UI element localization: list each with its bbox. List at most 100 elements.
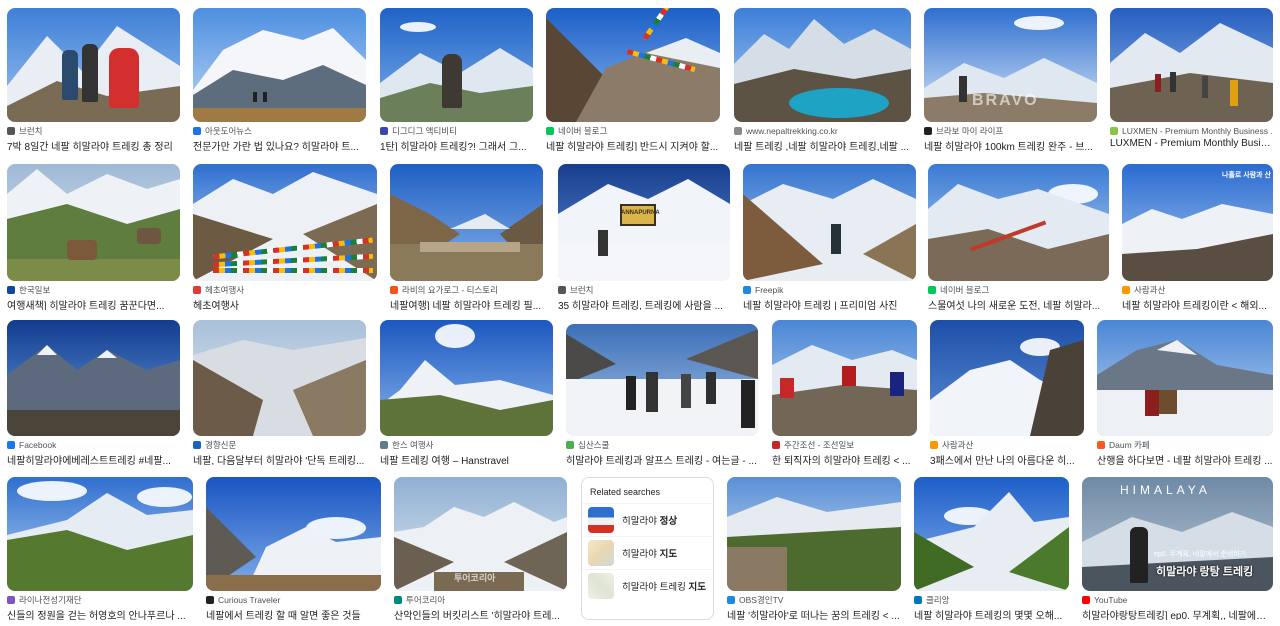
result-title[interactable]: 네팔히말라야에베레스트트레킹 #네팔... (7, 452, 180, 465)
result-image-20[interactable] (930, 320, 1084, 436)
result-title[interactable]: 네팔에서 트레킹 할 때 알면 좋은 것들 (206, 607, 381, 620)
result-card-19[interactable]: 주간조선 - 조선일보 한 퇴직자의 히말라야 트레킹 < ... (772, 320, 917, 465)
result-image-18[interactable] (566, 324, 758, 436)
result-image-24[interactable]: 투어코리아 (394, 477, 567, 591)
source-line: www.nepaltrekking.co.kr (734, 125, 911, 136)
source-name: 네이버 블로그 (940, 284, 990, 295)
related-search-item[interactable]: 히말라야 정상 (582, 503, 713, 536)
result-title[interactable]: 3패스에서 만난 나의 아름다운 히... (930, 452, 1084, 465)
result-image-2[interactable] (193, 8, 366, 122)
result-card-11[interactable]: ANNAPURNA 브런치 35 히말라야 트레킹, 트레킹에 사람을 ... (558, 164, 730, 310)
result-image-22[interactable] (7, 477, 193, 591)
related-search-label: 히말라야 정상 (622, 516, 678, 527)
result-image-27[interactable]: HIMALAYA ep0. 무계획, 네팔에서 준비하기 히말라야 랑탕 트레킹 (1082, 477, 1273, 591)
result-title[interactable]: 히말라야랑탕트레킹] ep0. 무계획,, 네팔에서... (1082, 607, 1273, 620)
result-image-5[interactable] (734, 8, 911, 122)
result-title[interactable]: 산악인들의 버킷리스트 '히말라야 트레... (394, 607, 567, 620)
result-title[interactable]: 한 퇴직자의 히말라야 트레킹 < ... (772, 452, 917, 465)
result-card-4[interactable]: 네이버 블로그 네팔 히말라야 트레킹] 반드시 지켜야 할... (546, 8, 720, 151)
result-title[interactable]: 산행을 하다보면 - 네팔 히말라야 트레킹 ... (1097, 452, 1273, 465)
result-card-3[interactable]: 디그디그 액티비티 1탄] 히말라야 트레킹?! 그래서 그... (380, 8, 533, 151)
result-title[interactable]: 여행새책] 히말라야 트레킹 꿈꾼다면... (7, 297, 180, 310)
result-card-20[interactable]: 사람과산 3패스에서 만난 나의 아름다운 히... (930, 320, 1084, 465)
result-title[interactable]: LUXMEN - Premium Monthly Busine... (1110, 138, 1273, 151)
result-title[interactable]: 1탄] 히말라야 트레킹?! 그래서 그... (380, 138, 533, 151)
result-image-14[interactable]: 나홀로 사람과 산 (1122, 164, 1273, 281)
result-card-27[interactable]: HIMALAYA ep0. 무계획, 네팔에서 준비하기 히말라야 랑탕 트레킹… (1082, 477, 1273, 620)
result-card-9[interactable]: 헤초여행사 헤초여행사 (193, 164, 377, 310)
result-title[interactable]: 네팔 히말라야 트레킹의 몇몇 오해... (914, 607, 1069, 620)
result-card-15[interactable]: Facebook 네팔히말라야에베레스트트레킹 #네팔... (7, 320, 180, 465)
result-card-23[interactable]: Curious Traveler 네팔에서 트레킹 할 때 알면 좋은 것들 (206, 477, 381, 620)
result-title[interactable]: 네팔 트레킹 ,네팔 히말라야 트레킹,네팔 ... (734, 138, 911, 151)
result-card-13[interactable]: 네이버 블로그 스물여섯 나의 새로운 도전, 네팔 히말라... (928, 164, 1109, 310)
source-name: Facebook (19, 439, 57, 450)
result-card-16[interactable]: 경향신문 네팔, 다음달부터 히말라야 '단독 트레킹... (193, 320, 366, 465)
result-card-18[interactable]: 십산스쿨 히말라야 트레킹과 알프스 트레킹 - 여는글 - ... (566, 324, 758, 465)
result-image-4[interactable] (546, 8, 720, 122)
result-card-21[interactable]: Daum 카페 산행을 하다보면 - 네팔 히말라야 트레킹 ... (1097, 320, 1273, 465)
result-image-10[interactable] (390, 164, 543, 281)
result-card-25[interactable]: OBS경인TV 네팔 '히말라야'로 떠나는 꿈의 트레킹 < ... (727, 477, 901, 620)
site-favicon-icon (193, 285, 201, 294)
tour-watermark: 투어코리아 (454, 573, 496, 583)
result-image-8[interactable] (7, 164, 180, 281)
source-line: 한국일보 (7, 284, 180, 295)
result-image-7[interactable] (1110, 8, 1273, 122)
source-name: 브런치 (19, 125, 43, 136)
result-title[interactable]: 전문가만 가란 법 있나요? 히말라야 트... (193, 138, 366, 151)
result-card-1[interactable]: 브런치 7박 8일간 네팔 히말라야 트레킹 총 정리 (7, 8, 180, 151)
result-image-17[interactable] (380, 320, 553, 436)
result-card-7[interactable]: LUXMEN - Premium Monthly Business ... LU… (1110, 8, 1273, 151)
result-image-25[interactable] (727, 477, 901, 591)
result-image-1[interactable] (7, 8, 180, 122)
site-favicon-icon (7, 595, 15, 604)
site-favicon-icon (566, 440, 574, 449)
result-card-2[interactable]: 아웃도어뉴스 전문가만 가란 법 있나요? 히말라야 트... (193, 8, 366, 151)
result-title[interactable]: 네팔, 다음달부터 히말라야 '단독 트레킹... (193, 452, 366, 465)
result-card-8[interactable]: 한국일보 여행새책] 히말라야 트레킹 꿈꾼다면... (7, 164, 180, 310)
result-image-9[interactable] (193, 164, 377, 281)
result-title[interactable]: 네팔 히말라야 트레킹] 반드시 지켜야 할... (546, 138, 720, 151)
result-image-12[interactable] (743, 164, 916, 281)
result-card-10[interactable]: 라비의 요가로그 - 티스토리 네팔여행] 네팔 히말라야 트레킹 필... (390, 164, 543, 310)
source-name: 사람과산 (942, 439, 974, 450)
result-title[interactable]: 네팔 히말라야 트레킹이란 < 해외... (1122, 297, 1273, 310)
result-title[interactable]: 네팔 히말라야 트레킹 | 프리미엄 사진 (743, 297, 916, 310)
result-image-6[interactable]: BRAVO (924, 8, 1097, 122)
result-image-16[interactable] (193, 320, 366, 436)
source-name: 브런치 (570, 284, 594, 295)
result-title[interactable]: 헤초여행사 (193, 297, 377, 310)
result-image-23[interactable] (206, 477, 381, 591)
result-image-13[interactable] (928, 164, 1109, 281)
result-card-5[interactable]: www.nepaltrekking.co.kr 네팔 트레킹 ,네팔 히말라야 … (734, 8, 911, 151)
result-title[interactable]: 7박 8일간 네팔 히말라야 트레킹 총 정리 (7, 138, 180, 151)
related-searches-panel: Related searches 히말라야 정상 히말라야 지도 히말라야 트레… (581, 477, 714, 620)
site-favicon-icon (930, 440, 938, 449)
result-image-26[interactable] (914, 477, 1069, 591)
result-card-26[interactable]: 클리앙 네팔 히말라야 트레킹의 몇몇 오해... (914, 477, 1069, 620)
related-search-item[interactable]: 히말라야 지도 (582, 536, 713, 569)
result-image-19[interactable] (772, 320, 917, 436)
result-card-24[interactable]: 투어코리아 투어코리아 산악인들의 버킷리스트 '히말라야 트레... (394, 477, 567, 620)
result-card-14[interactable]: 나홀로 사람과 산 사람과산 네팔 히말라야 트레킹이란 < 해외... (1122, 164, 1273, 310)
result-card-6[interactable]: BRAVO 브라보 마이 라이프 네팔 히말라야 100km 트레킹 완주 - … (924, 8, 1097, 151)
result-title[interactable]: 히말라야 트레킹과 알프스 트레킹 - 여는글 - ... (566, 452, 758, 465)
result-card-22[interactable]: 라이나전성기재단 신들의 정원을 걷는 허영호의 안나푸르나 ... (7, 477, 193, 620)
source-line: 사람과산 (1122, 284, 1273, 295)
result-image-21[interactable] (1097, 320, 1273, 436)
result-image-15[interactable] (7, 320, 180, 436)
result-title[interactable]: 신들의 정원을 걷는 허영호의 안나푸르나 ... (7, 607, 193, 620)
result-title[interactable]: 35 히말라야 트레킹, 트레킹에 사람을 ... (558, 297, 730, 310)
result-title[interactable]: 네팔 트레킹 여행 – Hanstravel (380, 452, 553, 465)
result-card-17[interactable]: 한스 여행사 네팔 트레킹 여행 – Hanstravel (380, 320, 553, 465)
result-title[interactable]: 네팔 '히말라야'로 떠나는 꿈의 트레킹 < ... (727, 607, 901, 620)
result-image-11[interactable]: ANNAPURNA (558, 164, 730, 281)
result-image-3[interactable] (380, 8, 533, 122)
result-title[interactable]: 네팔여행] 네팔 히말라야 트레킹 필... (390, 297, 543, 310)
related-search-item[interactable]: 히말라야 트레킹 지도 (582, 569, 713, 602)
result-title[interactable]: 스물여섯 나의 새로운 도전, 네팔 히말라... (928, 297, 1109, 310)
source-line: 십산스쿨 (566, 439, 758, 450)
result-card-12[interactable]: Freepik 네팔 히말라야 트레킹 | 프리미엄 사진 (743, 164, 916, 310)
result-title[interactable]: 네팔 히말라야 100km 트레킹 완주 - 브... (924, 138, 1097, 151)
